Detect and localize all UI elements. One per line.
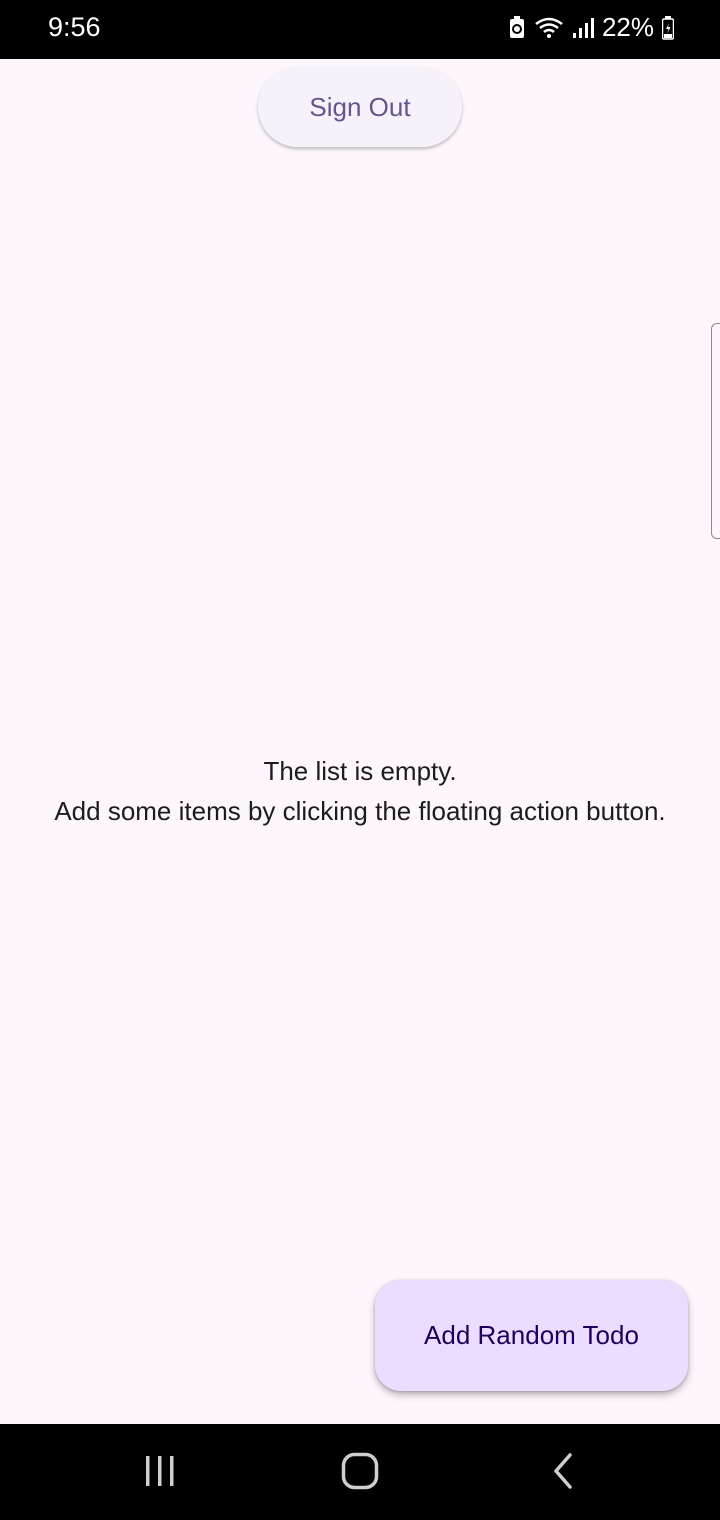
- back-icon: [548, 1452, 578, 1495]
- recents-button[interactable]: [130, 1448, 190, 1498]
- battery-icon: [662, 15, 674, 40]
- signal-icon: [572, 16, 594, 40]
- sign-out-button[interactable]: Sign Out: [258, 67, 462, 147]
- status-icons: 22%: [508, 12, 674, 43]
- home-button[interactable]: [330, 1448, 390, 1498]
- home-icon: [341, 1452, 379, 1495]
- main-content: Sign Out The list is empty. Add some ite…: [0, 59, 720, 1424]
- back-button[interactable]: [533, 1448, 593, 1498]
- battery-saver-icon: [508, 15, 526, 40]
- empty-state-line-2: Add some items by clicking the floating …: [54, 796, 666, 826]
- add-random-todo-button[interactable]: Add Random Todo: [375, 1280, 688, 1391]
- status-time: 9:56: [48, 12, 101, 42]
- empty-state-message: The list is empty. Add some items by cli…: [0, 751, 720, 831]
- edge-panel-handle[interactable]: [711, 323, 720, 539]
- battery-percent: 22%: [601, 12, 654, 42]
- navigation-bar: [0, 1424, 720, 1520]
- recents-icon: [143, 1454, 177, 1493]
- status-bar: 9:56 22%: [0, 0, 720, 59]
- wifi-icon: [534, 16, 564, 40]
- empty-state-line-1: The list is empty.: [263, 756, 457, 786]
